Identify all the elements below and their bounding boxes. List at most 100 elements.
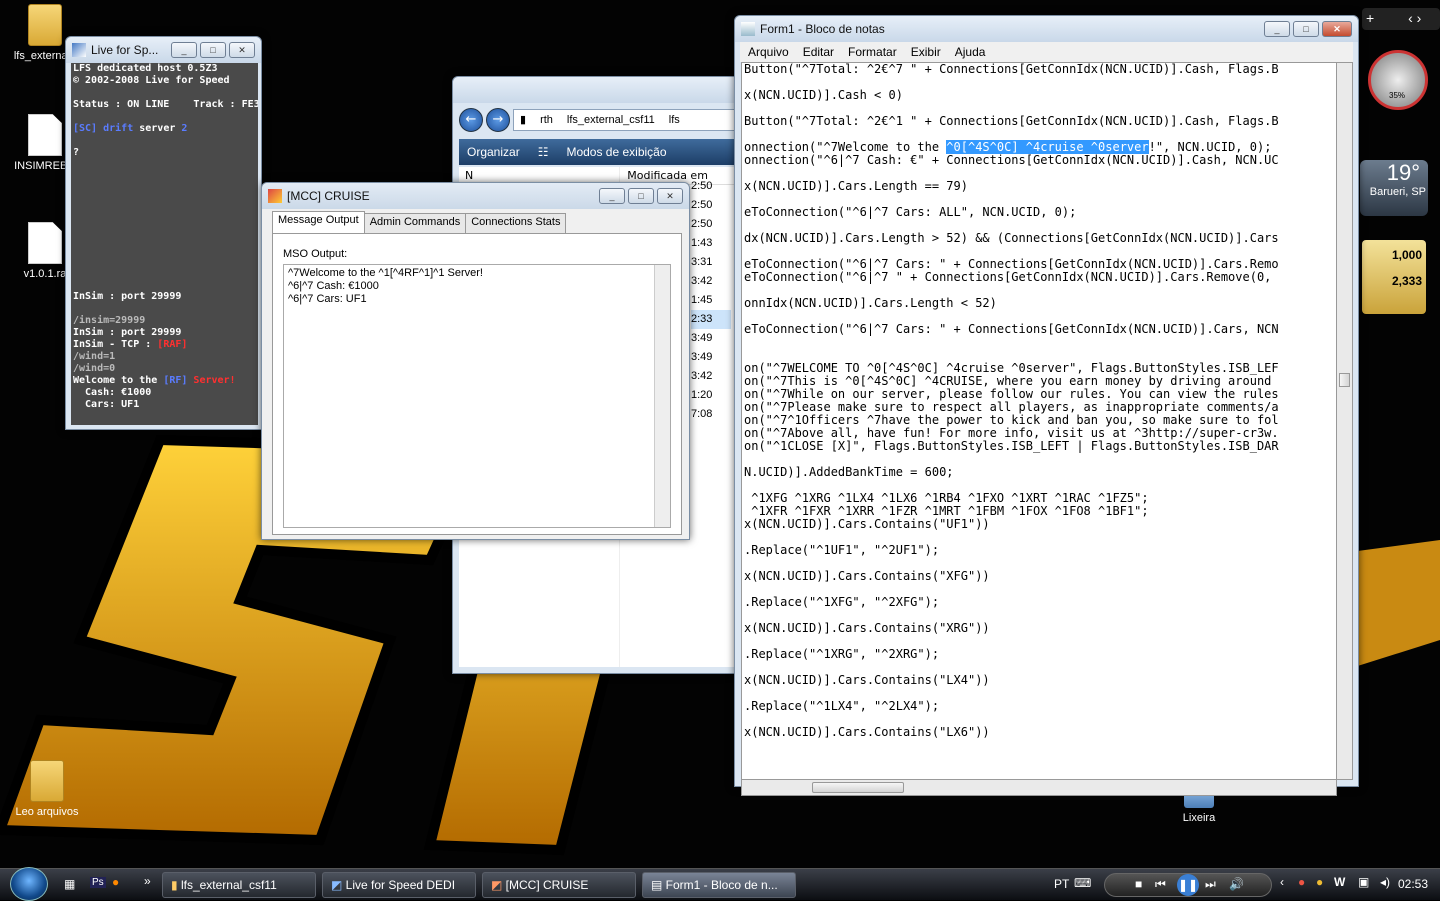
scroll-thumb[interactable] <box>812 782 904 793</box>
menu-ajuda[interactable]: Ajuda <box>955 45 986 59</box>
taskbar: ▦ Ps ● » ▮ lfs_external_csf11 ◩ Live for… <box>0 867 1440 901</box>
taskbar-button-lfs[interactable]: ◩ Live for Speed DEDI <box>322 872 476 898</box>
menu-exibir[interactable]: Exibir <box>911 45 941 59</box>
next-icon[interactable]: ⏭ <box>1205 877 1216 892</box>
language-indicator[interactable]: PT <box>1054 877 1069 891</box>
menu-arquivo[interactable]: Arquivo <box>748 45 789 59</box>
stop-icon[interactable]: ■ <box>1135 877 1142 891</box>
maximize-button[interactable]: □ <box>628 188 654 204</box>
tab-bar: Message Output Admin Commands Connection… <box>272 211 567 233</box>
column-name[interactable]: N <box>465 169 473 182</box>
text-line: x(NCN.UCID)].Cash < 0) <box>744 88 903 102</box>
pause-icon[interactable]: ❚❚ <box>1177 874 1199 896</box>
sidebar-controls[interactable]: + ‹ › <box>1362 8 1440 30</box>
console-text: /insim=29999 <box>73 315 146 326</box>
lfs-host-window[interactable]: Live for Sp... _ □ ✕ LFS dedicated host 0.5… <box>65 36 262 430</box>
show-desktop-icon[interactable]: ▦ <box>64 877 75 891</box>
tab-message-output[interactable]: Message Output <box>272 211 365 233</box>
lfs-titlebar[interactable]: Live for Sp... _ □ ✕ <box>66 37 261 63</box>
stocks-gadget: 1,000 2,333 <box>1362 240 1426 314</box>
mso-output-box[interactable]: ^7Welcome to the ^1[^4RF^1]^1 Server! ^6… <box>283 264 671 528</box>
notepad-app-icon: ▤ <box>651 878 666 892</box>
winamp-icon[interactable]: W <box>1334 875 1345 889</box>
notepad-app-icon <box>741 22 755 36</box>
back-arrow-icon[interactable]: ← <box>459 108 483 132</box>
close-button[interactable]: ✕ <box>657 188 683 204</box>
volume-tray-icon[interactable]: ◂) <box>1380 875 1390 889</box>
add-gadget-icon[interactable]: + <box>1366 10 1374 26</box>
mso-output-label: MSO Output: <box>283 248 348 260</box>
scroll-thumb[interactable] <box>1339 373 1350 387</box>
views-icon: ☷ <box>537 145 549 159</box>
mcc-app-icon <box>268 189 282 203</box>
firefox-icon[interactable]: ● <box>112 875 119 889</box>
clock[interactable]: 02:53 <box>1398 877 1428 891</box>
console-text: © 2002-2008 Live for Speed <box>73 75 230 86</box>
views-button[interactable]: Modos de exibição <box>566 145 666 159</box>
network-icon[interactable]: ▣ <box>1358 875 1369 889</box>
notepad-text-area[interactable]: Button("^7Total: ^2€^7 " + Connections[G… <box>741 62 1337 780</box>
tab-admin-commands[interactable]: Admin Commands <box>363 213 467 233</box>
volume-icon[interactable]: 🔊 <box>1229 877 1244 891</box>
tray-app-icon[interactable]: ● <box>1316 875 1323 889</box>
console-text: InSim - TCP : <box>73 339 158 350</box>
photoshop-icon[interactable]: Ps <box>90 877 106 888</box>
breadcrumb-item[interactable]: lfs <box>669 114 680 126</box>
tcp-tag: [RAF] <box>157 339 188 350</box>
desktop-icon-label: Leo arquivos <box>15 806 79 818</box>
maximize-button[interactable]: □ <box>200 42 226 58</box>
text-line: x(NCN.UCID)].Cars.Contains("XFG")) <box>744 569 990 583</box>
desktop-icon-leo-arquivos[interactable]: Leo arquivos <box>2 760 92 818</box>
scroll-icon[interactable]: ‹ › <box>1408 10 1421 26</box>
keyboard-icon[interactable]: ⌨ <box>1074 876 1091 890</box>
notepad-window[interactable]: Form1 - Bloco de notas _ □ ✕ Arquivo Editar F… <box>734 15 1359 796</box>
menu-bar: Arquivo Editar Formatar Exibir Ajuda <box>740 42 1353 62</box>
text-line <box>744 336 1336 349</box>
menu-editar[interactable]: Editar <box>803 45 834 59</box>
text-segment: onnection("^7Welcome to the <box>744 140 947 154</box>
console-line: InSim : port 29999 <box>73 291 256 303</box>
breadcrumb-item[interactable]: rth <box>540 114 553 126</box>
menu-formatar[interactable]: Formatar <box>848 45 897 59</box>
horizontal-scrollbar[interactable] <box>741 780 1337 796</box>
notepad-titlebar[interactable]: Form1 - Bloco de notas _ □ ✕ <box>735 16 1358 42</box>
desktop-icon-label: v1.0.1.ra <box>23 268 67 280</box>
start-orb-icon[interactable] <box>10 867 48 901</box>
vertical-scrollbar[interactable] <box>654 265 670 527</box>
taskbar-button-explorer[interactable]: ▮ lfs_external_csf11 <box>162 872 316 898</box>
minimize-button[interactable]: _ <box>1264 21 1290 37</box>
media-player-controls[interactable]: ■ ⏮ ❚❚ ⏭ 🔊 <box>1104 873 1272 897</box>
text-line: N.UCID)].AddedBankTime = 600; <box>744 465 954 479</box>
tab-connections-stats[interactable]: Connections Stats <box>465 213 567 233</box>
close-button[interactable]: ✕ <box>229 42 255 58</box>
mcc-titlebar[interactable]: [MCC] CRUISE _ □ ✕ <box>262 183 689 209</box>
address-box[interactable]: ▮ rth lfs_external_csf11 lfs <box>513 109 735 131</box>
maximize-button[interactable]: □ <box>1293 21 1319 37</box>
organize-button[interactable]: Organizar <box>467 145 520 159</box>
taskbar-button-notepad[interactable]: ▤ Form1 - Bloco de n... <box>642 872 796 898</box>
more-quicklaunch-icon[interactable]: » <box>144 874 151 888</box>
tray-app-icon[interactable]: ● <box>1298 875 1305 889</box>
forward-arrow-icon[interactable]: → <box>486 108 510 132</box>
breadcrumb-item[interactable]: lfs_external_csf11 <box>567 114 655 126</box>
text-line: x(NCN.UCID)].Cars.Contains("UF1")) <box>744 517 990 531</box>
mcc-cruise-window[interactable]: [MCC] CRUISE _ □ ✕ Message Output Admin Com… <box>261 182 690 540</box>
desktop-icon-label: Lixeira <box>1182 812 1216 824</box>
mcc-app-icon: ◩ <box>491 878 506 892</box>
text-line: onnection("^6|^7 Cash: €" + Connections[… <box>744 153 1279 167</box>
show-hidden-icons[interactable]: ‹ <box>1280 875 1284 889</box>
vertical-scrollbar[interactable] <box>1337 62 1353 780</box>
explorer-titlebar[interactable] <box>453 77 741 103</box>
console-line: [SC] drift server 2 <box>73 123 256 135</box>
text-line: dx(NCN.UCID)].Cars.Length > 52) && (Conn… <box>744 231 1279 245</box>
taskbar-button-mcc[interactable]: ◩ [MCC] CRUISE <box>482 872 636 898</box>
prev-icon[interactable]: ⏮ <box>1155 877 1166 892</box>
welcome-tag: [RF] <box>163 375 188 386</box>
close-button[interactable]: ✕ <box>1322 21 1352 37</box>
minimize-button[interactable]: _ <box>171 42 197 58</box>
minimize-button[interactable]: _ <box>599 188 625 204</box>
